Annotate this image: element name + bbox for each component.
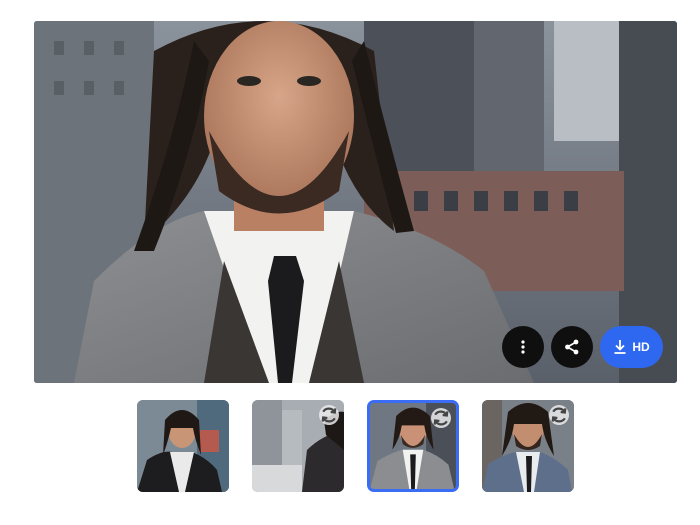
thumbnail-strip (0, 400, 700, 492)
download-hd-label: HD (632, 340, 650, 354)
download-icon (614, 340, 626, 354)
regenerate-icon (433, 410, 449, 426)
download-hd-button[interactable]: HD (600, 326, 663, 368)
regenerate-badge[interactable] (319, 405, 339, 425)
regenerate-badge[interactable] (431, 408, 451, 428)
thumbnail-4[interactable] (482, 400, 574, 492)
regenerate-badge[interactable] (549, 405, 569, 425)
thumbnail-image-icon (137, 400, 229, 492)
share-button[interactable] (551, 326, 593, 368)
vertical-dots-icon (521, 340, 525, 354)
share-icon (565, 339, 579, 355)
regenerate-icon (551, 407, 567, 423)
more-options-button[interactable] (502, 326, 544, 368)
thumbnail-2[interactable] (252, 400, 344, 492)
thumbnail-3-selected[interactable] (367, 400, 459, 492)
regenerate-icon (321, 407, 337, 423)
thumbnail-1[interactable] (137, 400, 229, 492)
